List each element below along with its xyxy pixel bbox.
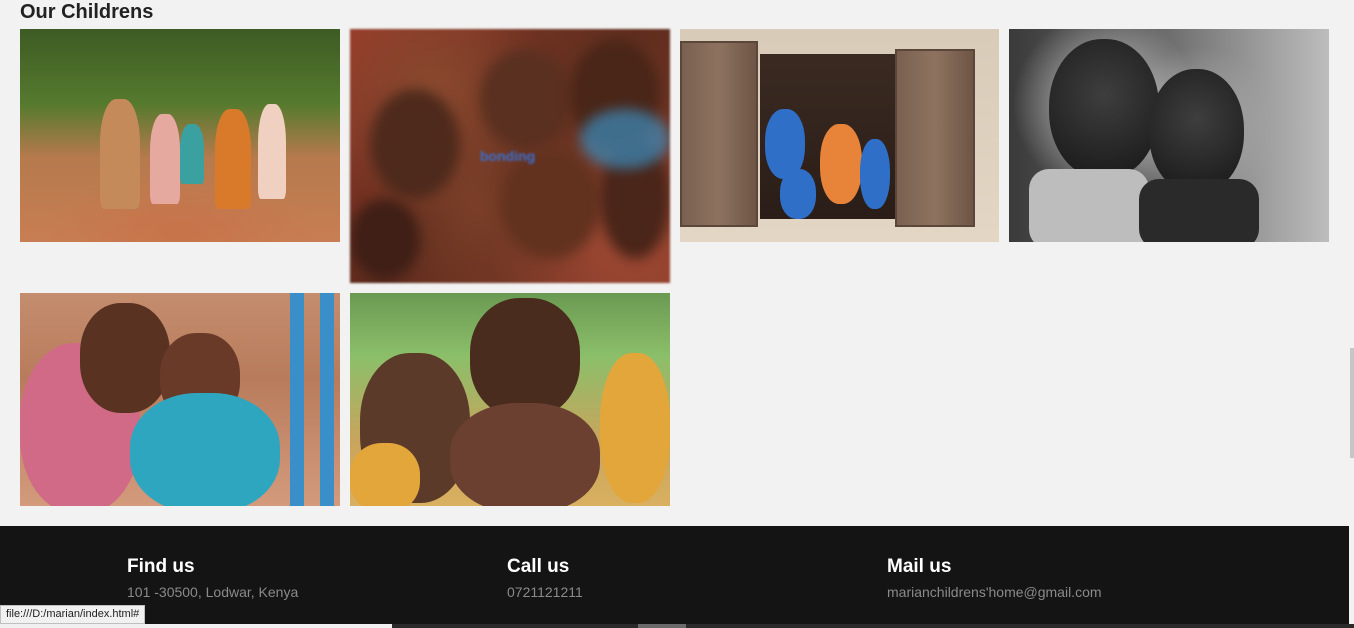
gallery-image-bonding[interactable]: bonding — [350, 29, 670, 283]
phone-text[interactable]: 0721121211 — [507, 584, 583, 600]
call-us-heading: Call us — [507, 556, 570, 577]
find-us-heading: Find us — [127, 556, 195, 577]
footer-mail-us: Mail us marianchildrens'home@gmail.com — [887, 556, 1102, 600]
footer-find-us: Find us 101 -30500, Lodwar, Kenya — [127, 556, 298, 600]
page-scrollbar-thumb[interactable] — [1350, 348, 1354, 458]
gallery-image-window-children[interactable] — [680, 29, 999, 242]
gallery-image-hugging-girls[interactable] — [20, 293, 340, 506]
bottom-divider-segment — [638, 624, 686, 628]
page-scrollbar-track[interactable] — [1349, 526, 1354, 628]
gallery-image-gathering[interactable] — [350, 293, 670, 506]
email-text[interactable]: marianchildrens'home@gmail.com — [887, 584, 1102, 600]
footer: Find us 101 -30500, Lodwar, Kenya Call u… — [0, 526, 1349, 628]
gallery-image-two-girls-bw[interactable] — [1009, 29, 1329, 242]
gallery-image-running-children[interactable] — [20, 29, 340, 242]
footer-call-us: Call us 0721121211 — [507, 556, 583, 600]
mail-us-heading: Mail us — [887, 556, 952, 577]
gallery-title: Our Childrens — [20, 1, 154, 23]
bottom-divider-segment — [0, 624, 392, 628]
browser-status-url: file:///D:/marian/index.html# — [0, 605, 146, 624]
image-caption: bonding — [480, 148, 536, 164]
address-text: 101 -30500, Lodwar, Kenya — [127, 584, 299, 600]
